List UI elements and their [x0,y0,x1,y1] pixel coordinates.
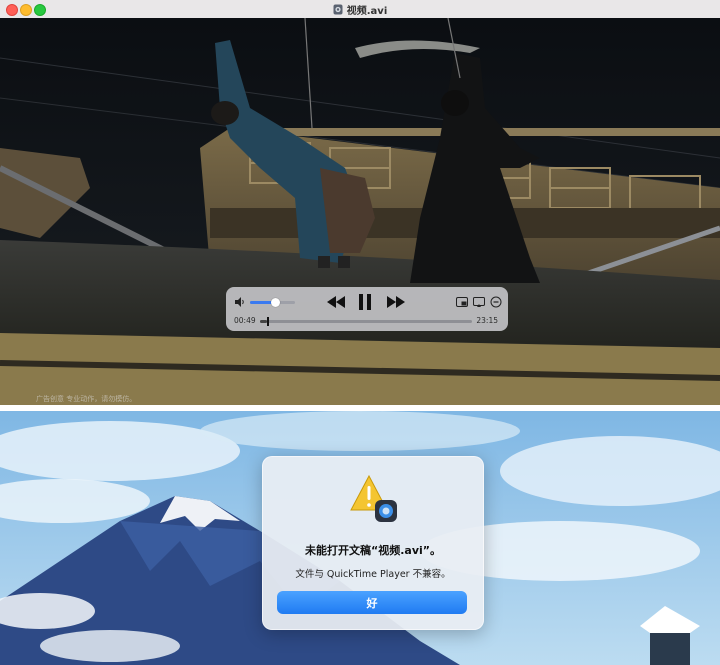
video-subtitle: 广告创意 专业动作，请勿模仿。 [36,395,137,403]
rewind-button[interactable] [326,294,346,310]
more-icon[interactable] [490,296,502,308]
warning-quicktime-icon [350,474,397,522]
playhead[interactable] [267,317,270,326]
error-alert-dialog: 未能打开文稿“视频.avi”。 文件与 QuickTime Player 不兼容… [262,456,484,630]
rewind-icon [327,296,345,308]
ok-button[interactable]: 好 [277,591,467,614]
end-time: 23:15 [476,316,498,325]
volume-slider[interactable] [250,298,295,307]
fast-forward-icon [387,296,405,308]
video-frame[interactable]: 广告创意 专业动作，请勿模仿。 [0,18,720,405]
share-icon[interactable] [473,296,485,308]
timeline-progress [260,320,268,323]
volume-knob[interactable] [270,298,280,307]
playback-controls[interactable]: 00:49 23:15 [226,287,508,331]
video-scene [0,18,720,405]
video-file-icon [333,4,343,14]
window-title-group: 视频.avi [0,0,720,18]
timeline-scrubber[interactable] [260,317,472,326]
pause-button[interactable] [357,294,373,310]
alert-message: 文件与 QuickTime Player 不兼容。 [295,569,451,580]
quicktime-window: 视频.avi 广告创意 专业动作，请勿模仿。 00:49 23:15 [0,0,720,405]
fast-forward-button[interactable] [386,294,406,310]
title-bar[interactable]: 视频.avi [0,0,720,19]
alert-title: 未能打开文稿“视频.avi”。 [304,544,441,557]
current-time: 00:49 [234,316,256,325]
picture-in-picture-icon[interactable] [456,296,468,308]
window-title: 视频.avi [346,5,388,17]
pause-icon [359,294,371,310]
volume-icon[interactable] [234,296,246,308]
